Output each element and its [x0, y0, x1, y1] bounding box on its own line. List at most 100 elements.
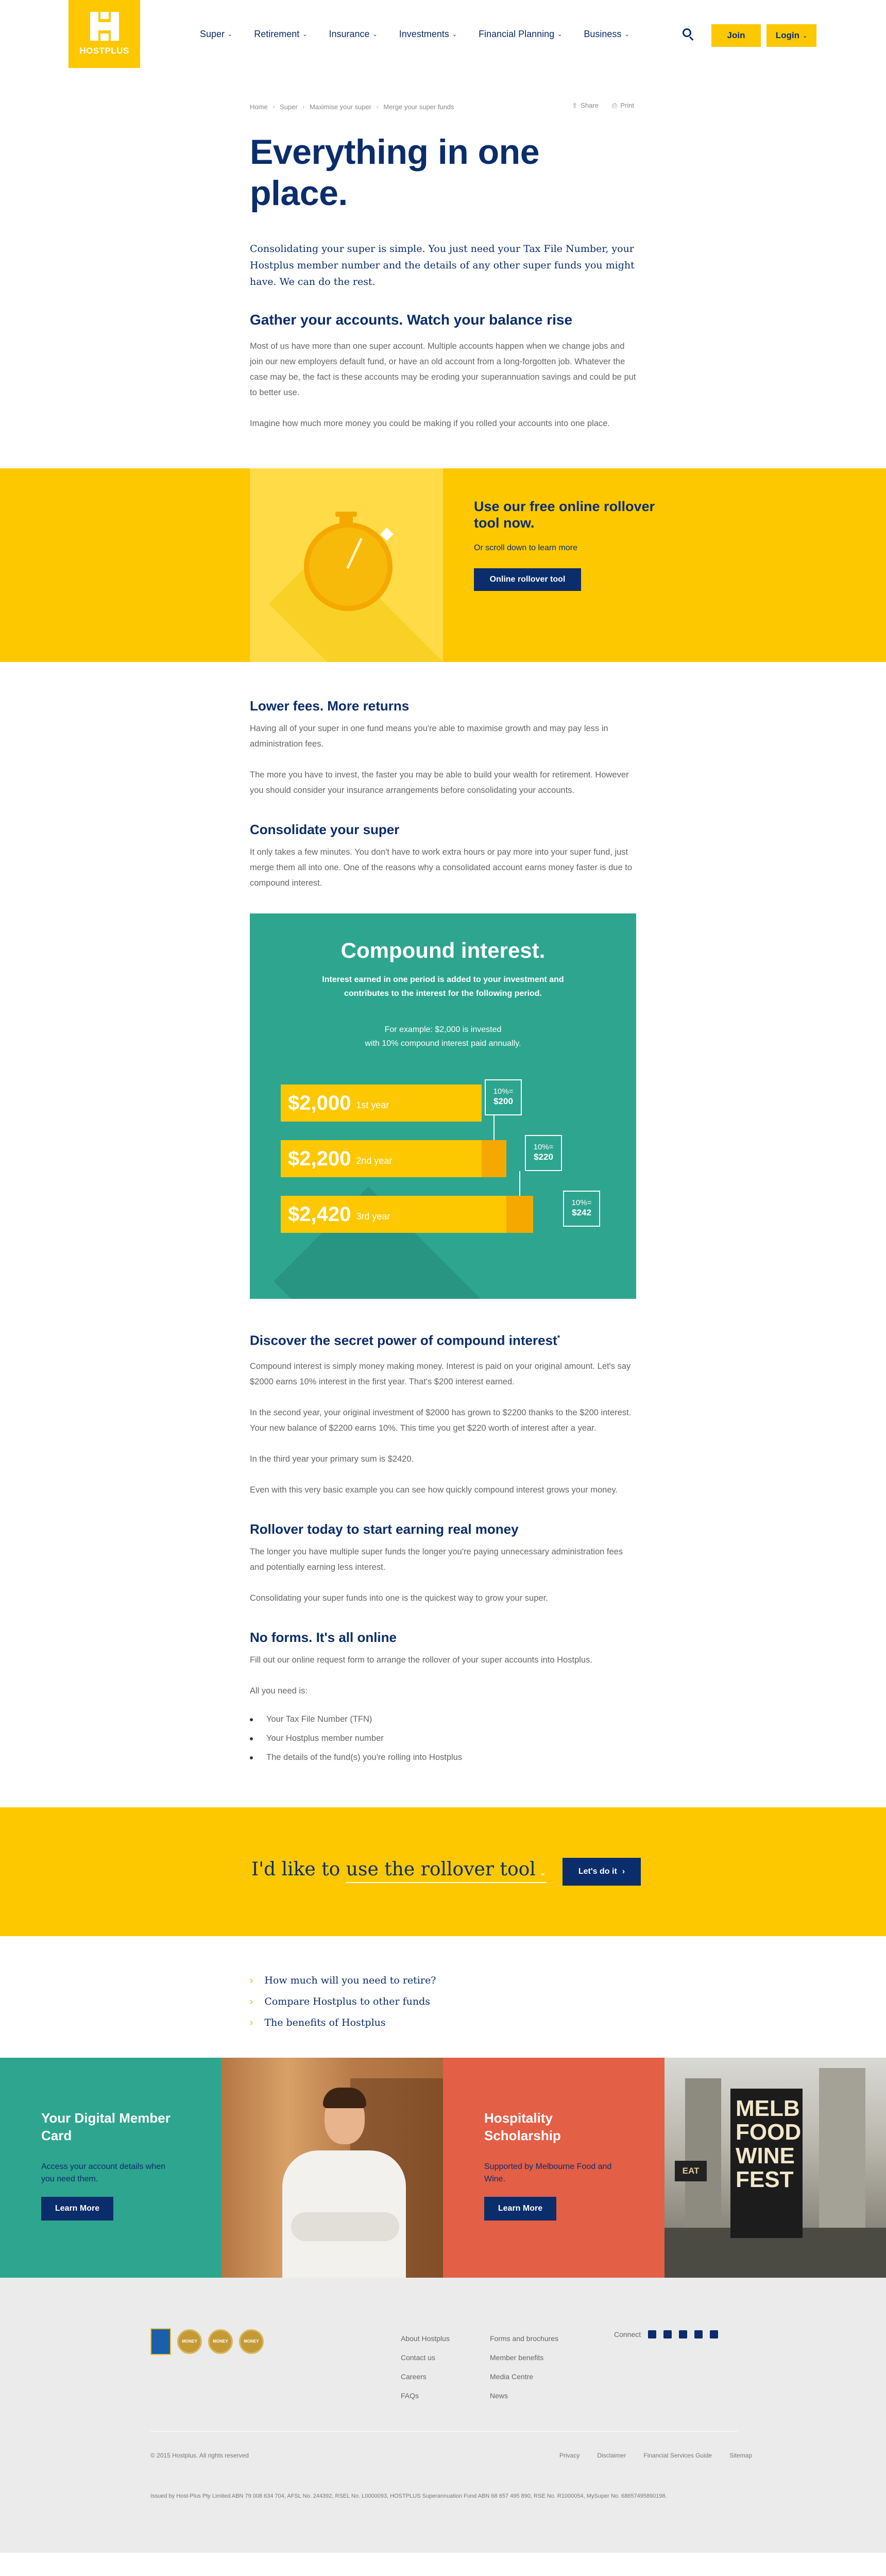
breadcrumb-maximise[interactable]: Maximise your super	[310, 103, 371, 111]
fine-print: Issued by Host-Plus Pty Limited ABN 79 0…	[150, 2493, 667, 2499]
print-link[interactable]: ⎙ Print	[612, 101, 634, 110]
nav-retirement[interactable]: Retirement ⌄	[254, 29, 307, 40]
search-icon[interactable]	[683, 28, 695, 41]
infographic-title: Compound interest.	[340, 938, 546, 962]
legal-links: Privacy Disclaimer Financial Services Gu…	[559, 2452, 752, 2459]
footnote-mark: *	[557, 1333, 560, 1342]
chevron-down-icon: ⌄	[302, 31, 308, 38]
instagram-icon[interactable]	[663, 2330, 672, 2338]
paragraph: The more you have to invest, the faster …	[250, 770, 629, 795]
balance-year: 3rd year	[356, 1211, 390, 1222]
site-footer: MONEY MONEY MONEY About Hostplus Contact…	[0, 2277, 886, 2553]
related-link[interactable]: › The benefits of Hostplus	[250, 2012, 886, 2033]
tool-banner-subtext: Or scroll down to learn more	[474, 544, 577, 552]
paragraph: Having all of your super in one fund mea…	[250, 724, 608, 749]
chevron-right-icon: ›	[250, 1975, 253, 1986]
interest-box: 10%= $242	[563, 1191, 600, 1227]
interest-extension	[482, 1140, 506, 1177]
print-label: Print	[620, 101, 634, 109]
related-link[interactable]: › Compare Hostplus to other funds	[250, 1991, 886, 2012]
tool-banner-copy: Use our free online rollover tool now. O…	[474, 498, 659, 591]
nav-business[interactable]: Business ⌄	[584, 29, 629, 40]
nav-label: Retirement	[254, 29, 300, 39]
footer-link[interactable]: Media Centre	[490, 2367, 558, 2386]
breadcrumb: Home › Super › Maximise your super › Merge …	[250, 101, 636, 112]
copyright: © 2015 Hostplus. All rights reserved	[150, 2451, 249, 2459]
interest-pct: 10%=	[493, 1087, 514, 1096]
rating-badge-icon	[150, 2328, 171, 2355]
nav-investments[interactable]: Investments ⌄	[399, 29, 457, 40]
footer-link[interactable]: Member benefits	[490, 2348, 558, 2367]
share-icon: ⇪	[572, 101, 578, 109]
youtube-icon[interactable]	[710, 2330, 719, 2338]
footer-link[interactable]: FAQs	[401, 2386, 450, 2405]
example-line-1: For example: $2,000 is invested	[384, 1025, 502, 1034]
cta-option-select[interactable]: use the rollover tool ⌄	[346, 1859, 547, 1883]
footer-links-col-2: Forms and brochures Member benefits Medi…	[490, 2329, 558, 2405]
learn-more-button[interactable]: Learn More	[484, 2196, 556, 2221]
lets-do-it-button[interactable]: Let's do it ›	[563, 1857, 641, 1886]
balance-amount: $2,000	[288, 1091, 351, 1114]
learn-more-button[interactable]: Learn More	[41, 2196, 113, 2221]
list-item: The details of the fund(s) you're rollin…	[250, 1748, 636, 1767]
footer-link[interactable]: Careers	[401, 2367, 450, 2386]
related-link-label: The benefits of Hostplus	[264, 2016, 386, 2028]
tile-title: Your Digital Member Card	[41, 2110, 171, 2143]
paragraph: In the second year, your original invest…	[250, 1408, 632, 1433]
paragraph: Consolidating your super funds into one …	[250, 1593, 548, 1603]
footer-link[interactable]: Contact us	[401, 2348, 450, 2367]
balance-bar: $2,000 1st year	[281, 1084, 482, 1122]
paragraph: Most of us have more than one super acco…	[250, 342, 636, 397]
linkedin-icon[interactable]	[679, 2330, 688, 2338]
join-button[interactable]: Join	[711, 24, 761, 47]
breadcrumb-home[interactable]: Home	[250, 103, 268, 111]
footer-link[interactable]: About Hostplus	[401, 2329, 450, 2348]
rollover-tool-banner: Use our free online rollover tool now. O…	[0, 468, 886, 662]
eat-sign: EAT	[675, 2160, 707, 2181]
breadcrumb-super[interactable]: Super	[280, 103, 298, 111]
cta-prefix: I'd like to	[251, 1858, 340, 1880]
legal-link-sitemap[interactable]: Sitemap	[729, 2452, 752, 2459]
social-connect: Connect	[614, 2330, 719, 2338]
nav-insurance[interactable]: Insurance ⌄	[329, 29, 378, 40]
print-icon: ⎙	[611, 101, 618, 109]
section-heading-no-forms: No forms. It's all online	[250, 1629, 397, 1645]
hostplus-logo-mark	[90, 12, 119, 41]
cta-selected-option: use the rollover tool	[346, 1858, 536, 1880]
chevron-right-icon: ›	[302, 104, 305, 110]
facebook-icon[interactable]	[648, 2330, 657, 2338]
paragraph: All you need is:	[250, 1686, 308, 1696]
paragraph: The longer you have multiple super funds…	[250, 1547, 623, 1572]
login-button[interactable]: Login ⌄	[766, 24, 816, 47]
infographic-example: For example: $2,000 is invested with 10%…	[250, 1023, 636, 1050]
footer-link[interactable]: News	[490, 2386, 558, 2405]
balance-bar: $2,420 3rd year	[281, 1196, 506, 1233]
page-actions: ⇪ Share ⎙ Print	[572, 101, 634, 110]
online-rollover-tool-button[interactable]: Online rollover tool	[474, 568, 581, 591]
main-nav: Super ⌄ Retirement ⌄ Insurance ⌄ Investment…	[200, 29, 629, 40]
section-heading-consolidate: Consolidate your super	[250, 822, 400, 837]
interest-box: 10%= $200	[485, 1079, 522, 1115]
share-link[interactable]: ⇪ Share	[572, 101, 599, 110]
paragraph: In the third year your primary sum is $2…	[250, 1454, 414, 1464]
nav-financial-planning[interactable]: Financial Planning ⌄	[479, 29, 562, 40]
hostplus-logo[interactable]: HOSTPLUS	[69, 0, 140, 68]
breadcrumb-current: Merge your super funds	[383, 103, 454, 111]
site-header: HOSTPLUS Super ⌄ Retirement ⌄ Insurance ⌄ I…	[0, 0, 886, 68]
legal-link-fsg[interactable]: Financial Services Guide	[643, 2452, 712, 2459]
nav-label: Super	[200, 29, 225, 39]
chevron-down-icon: ⌄	[557, 31, 563, 38]
related-link[interactable]: › How much will you need to retire?	[250, 1970, 886, 1991]
infographic-subtitle-text: Interest earned in one period is added t…	[322, 975, 564, 998]
food-wine-festival-photo: EAT MELB FOOD WINE FEST	[664, 2057, 886, 2278]
infographic-subtitle: Interest earned in one period is added t…	[250, 973, 636, 1001]
footer-link[interactable]: Forms and brochures	[490, 2329, 558, 2348]
legal-link-disclaimer[interactable]: Disclaimer	[597, 2452, 626, 2459]
chevron-down-icon: ⌄	[624, 31, 629, 38]
footer-divider	[150, 2431, 738, 2432]
legal-link-privacy[interactable]: Privacy	[559, 2452, 580, 2459]
award-badge-icon: MONEY	[177, 2329, 202, 2354]
twitter-icon[interactable]	[694, 2330, 703, 2338]
nav-super[interactable]: Super ⌄	[200, 29, 232, 40]
section-heading-rollover: Rollover today to start earning real mon…	[250, 1521, 519, 1537]
